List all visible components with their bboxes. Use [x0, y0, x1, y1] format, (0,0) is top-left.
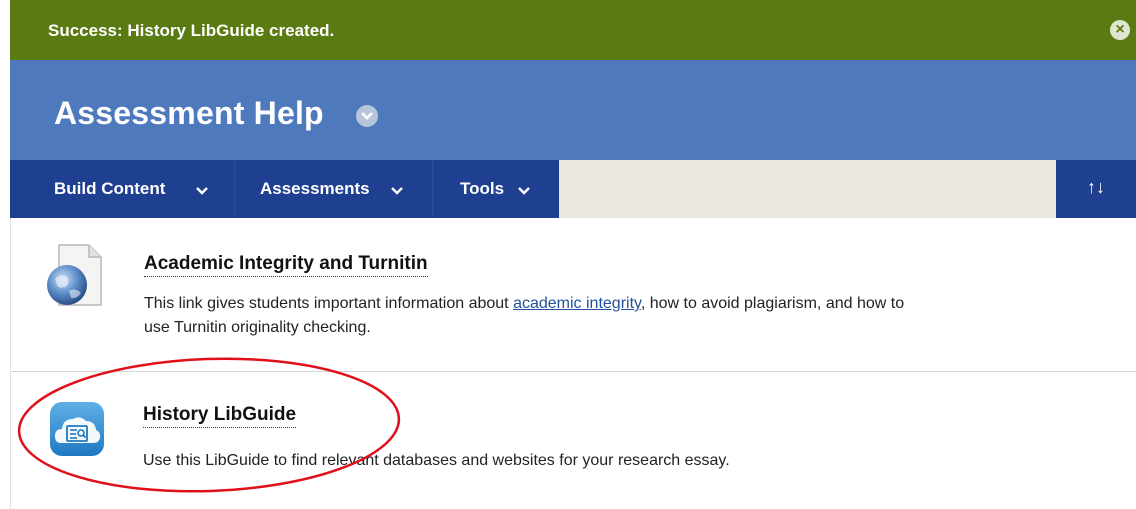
libguide-cloud-icon: [50, 402, 104, 456]
content-item: Academic Integrity and Turnitin This lin…: [10, 218, 1136, 370]
academic-integrity-link[interactable]: academic integrity: [513, 295, 641, 312]
assessments-label: Assessments: [260, 179, 370, 198]
tools-label: Tools: [460, 179, 505, 198]
chevron-down-icon: [391, 187, 403, 195]
globe-document-icon: [47, 244, 102, 306]
build-content-label: Build Content: [54, 179, 166, 198]
assessments-menu[interactable]: Assessments: [234, 160, 433, 218]
description-text: This link gives students important infor…: [144, 295, 514, 312]
page-header: Assessment Help: [10, 60, 1136, 160]
description-text: use Turnitin originality checking.: [144, 319, 371, 336]
description-text: , how to avoid plagiarism, and how to: [640, 295, 905, 312]
page-title: Assessment Help: [54, 95, 324, 131]
action-bar: Build Content Assessments Tools ↑↓: [10, 160, 1136, 218]
chevron-down-icon: [518, 187, 530, 195]
chevron-down-icon: [196, 187, 208, 195]
item-description: This link gives students important infor…: [144, 292, 1104, 340]
success-message: Success: History LibGuide created.: [48, 21, 335, 40]
item-description: Use this LibGuide to find relevant datab…: [143, 452, 730, 469]
reorder-icon: ↑↓: [1087, 177, 1105, 197]
success-banner: Success: History LibGuide created. ×: [10, 0, 1136, 60]
close-icon[interactable]: ×: [1110, 20, 1130, 40]
item-title-link[interactable]: History LibGuide: [143, 404, 297, 428]
tools-menu[interactable]: Tools: [432, 160, 559, 218]
title-chevron-down-icon[interactable]: [356, 105, 378, 127]
build-content-menu[interactable]: Build Content: [10, 160, 234, 218]
item-title-link[interactable]: Academic Integrity and Turnitin: [144, 253, 428, 277]
reorder-button[interactable]: ↑↓: [1056, 160, 1136, 218]
content-item: History LibGuide Use this LibGuide to fi…: [10, 371, 1136, 509]
